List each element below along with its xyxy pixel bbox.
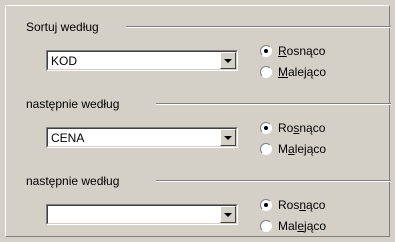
radio-button-icon[interactable] bbox=[260, 199, 272, 211]
group-label-1: Sortuj według bbox=[26, 20, 99, 34]
sort-field-combo-1[interactable]: KOD bbox=[46, 50, 238, 71]
chevron-down-icon[interactable] bbox=[220, 129, 236, 146]
radio-selected-dot bbox=[264, 203, 268, 207]
radio-selected-dot bbox=[264, 126, 268, 130]
sort-field-combo-3[interactable] bbox=[46, 204, 238, 225]
radio-selected-dot bbox=[264, 49, 268, 53]
radio-button-icon[interactable] bbox=[260, 122, 272, 134]
radio-button-icon[interactable] bbox=[260, 45, 272, 57]
group-label-3: następnie według bbox=[26, 174, 120, 188]
group-divider-1 bbox=[126, 26, 391, 28]
radio-label-desc-1: Malejąco bbox=[278, 65, 327, 79]
sort-group-3: następnie według Rosnąco Malejąco bbox=[6, 160, 391, 234]
group-divider-3 bbox=[156, 180, 391, 182]
radio-label-asc-2: Rosnąco bbox=[278, 121, 326, 135]
radio-button-icon[interactable] bbox=[260, 143, 272, 155]
radio-label-asc-1: Rosnąco bbox=[278, 44, 326, 58]
radio-button-icon[interactable] bbox=[260, 220, 272, 232]
sort-dialog: Sortuj według KOD Rosnąco Malejąco nastę… bbox=[0, 0, 395, 242]
sort-field-combo-2[interactable]: CENA bbox=[46, 127, 238, 148]
combo-value-1: KOD bbox=[51, 54, 78, 68]
sort-group-1: Sortuj według KOD Rosnąco Malejąco bbox=[6, 6, 391, 80]
chevron-down-icon[interactable] bbox=[220, 206, 236, 223]
radio-label-asc-3: Rosnąco bbox=[278, 198, 326, 212]
combo-value-2: CENA bbox=[51, 131, 85, 145]
radio-label-desc-2: Malejąco bbox=[278, 142, 327, 156]
radio-label-desc-3: Malejąco bbox=[278, 219, 327, 233]
radio-button-icon[interactable] bbox=[260, 66, 272, 78]
chevron-down-icon[interactable] bbox=[220, 52, 236, 69]
sort-group-2: następnie według CENA Rosnąco Malejąco bbox=[6, 83, 391, 157]
group-divider-2 bbox=[156, 103, 391, 105]
group-label-2: następnie według bbox=[26, 97, 120, 111]
sort-panel: Sortuj według KOD Rosnąco Malejąco nastę… bbox=[5, 5, 391, 237]
